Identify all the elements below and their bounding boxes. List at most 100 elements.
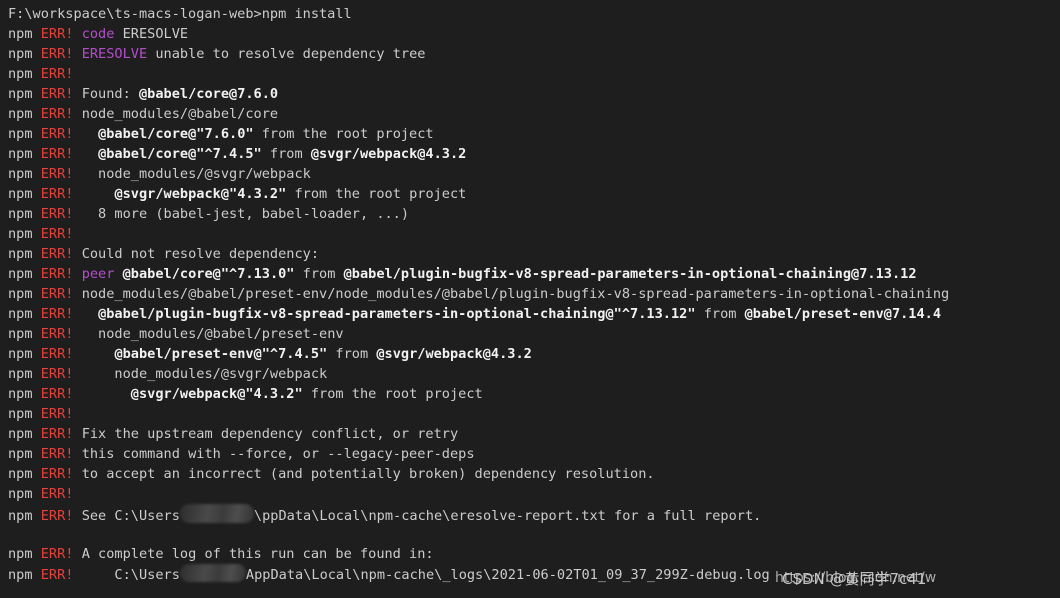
username-redaction [179, 564, 246, 582]
package-spec: @babel/core@"^7.4.5" [98, 146, 262, 162]
log-text: 8 more (babel-jest, babel-loader, ...) [81, 206, 410, 222]
npm-prefix: npm [8, 66, 33, 82]
log-line: npm ERR! node_modules/@babel/preset-env [8, 324, 1060, 344]
log-text: node_modules/@svgr/webpack [81, 166, 311, 182]
log-text: Found: [81, 86, 139, 102]
log-line: npm ERR! node_modules/@babel/core [8, 104, 1060, 124]
npm-prefix: npm [8, 286, 33, 302]
npm-prefix: npm [8, 126, 33, 142]
log-text: from the root project [253, 126, 434, 142]
log-line: npm ERR! [8, 224, 1060, 244]
npm-prefix: npm [8, 246, 33, 262]
npm-prefix: npm [8, 46, 33, 62]
npm-prefix: npm [8, 446, 33, 462]
err-prefix: ERR! [40, 306, 74, 322]
log-line: npm ERR! Fix the upstream dependency con… [8, 424, 1060, 444]
npm-prefix: npm [8, 26, 33, 42]
npm-prefix: npm [8, 386, 33, 402]
log-line: npm ERR! @svgr/webpack@"4.3.2" from the … [8, 384, 1060, 404]
log-text: from the root project [286, 186, 467, 202]
log-text: C:\Users [81, 567, 180, 583]
log-text: See C:\Users [81, 508, 180, 524]
err-prefix: ERR! [40, 406, 74, 422]
log-line: npm ERR! Found: @babel/core@7.6.0 [8, 84, 1060, 104]
log-line: npm ERR! Could not resolve dependency: [8, 244, 1060, 264]
err-prefix: ERR! [40, 246, 74, 262]
npm-prefix: npm [8, 546, 33, 562]
err-prefix: ERR! [40, 366, 74, 382]
err-prefix: ERR! [40, 146, 74, 162]
npm-prefix: npm [8, 226, 33, 242]
log-line: npm ERR! to accept an incorrect (and pot… [8, 464, 1060, 484]
log-line: npm ERR! @babel/plugin-bugfix-v8-spread-… [8, 304, 1060, 324]
log-text: node_modules/@babel/preset-env [81, 326, 344, 342]
log-text: node_modules/@babel/core [81, 106, 279, 122]
log-text: node_modules/@svgr/webpack [81, 366, 328, 382]
err-prefix: ERR! [40, 386, 74, 402]
err-prefix: ERR! [40, 546, 74, 562]
npm-prefix: npm [8, 346, 33, 362]
npm-prefix: npm [8, 466, 33, 482]
log-line: npm ERR! 8 more (babel-jest, babel-loade… [8, 204, 1060, 224]
err-prefix: ERR! [40, 326, 74, 342]
npm-prefix: npm [8, 166, 33, 182]
package-spec: @babel/plugin-bugfix-v8-spread-parameter… [98, 306, 696, 322]
package-spec: @svgr/webpack@4.3.2 [376, 346, 532, 362]
err-prefix: ERR! [40, 567, 74, 583]
package-spec: @babel/plugin-bugfix-v8-spread-parameter… [343, 266, 917, 282]
log-line: npm ERR! [8, 404, 1060, 424]
err-prefix: ERR! [40, 426, 74, 442]
err-prefix: ERR! [40, 26, 74, 42]
npm-prefix: npm [8, 266, 33, 282]
err-prefix: ERR! [40, 508, 74, 524]
log-line: npm ERR! [8, 64, 1060, 84]
package-spec: @babel/core@"^7.13.0" [122, 266, 295, 282]
err-prefix: ERR! [40, 466, 74, 482]
log-text: AppData\Local\npm-cache\_logs\2021-06-02… [245, 567, 770, 583]
npm-prefix: npm [8, 406, 33, 422]
log-text: from [695, 306, 745, 322]
log-text: ERESOLVE [114, 26, 189, 42]
package-spec: @babel/preset-env@"^7.4.5" [114, 346, 328, 362]
npm-prefix: npm [8, 567, 33, 583]
err-prefix: ERR! [40, 166, 74, 182]
log-keyword: peer [81, 266, 115, 282]
package-spec: @babel/core@"7.6.0" [98, 126, 254, 142]
err-prefix: ERR! [40, 86, 74, 102]
log-text: Fix the upstream dependency conflict, or… [81, 426, 459, 442]
log-text: Could not resolve dependency: [81, 246, 320, 262]
log-line: npm ERR! A complete log of this run can … [8, 544, 1060, 564]
log-line: npm ERR! this command with --force, or -… [8, 444, 1060, 464]
log-line: npm ERR! See C:\Users \ppData\Local\npm-c… [8, 504, 1060, 524]
log-text: from [261, 146, 311, 162]
err-prefix: ERR! [40, 46, 74, 62]
log-text: from [327, 346, 377, 362]
err-prefix: ERR! [40, 266, 74, 282]
npm-prefix: npm [8, 306, 33, 322]
npm-prefix: npm [8, 366, 33, 382]
terminal-output[interactable]: F:\workspace\ts-macs-logan-web>npm insta… [0, 0, 1060, 598]
log-line: npm ERR! node_modules/@svgr/webpack [8, 364, 1060, 384]
package-spec: @svgr/webpack@"4.3.2" [114, 186, 287, 202]
log-line: npm ERR! node_modules/@svgr/webpack [8, 164, 1060, 184]
log-line: npm ERR! node_modules/@babel/preset-env/… [8, 284, 1060, 304]
npm-prefix: npm [8, 146, 33, 162]
log-line: npm ERR! @babel/core@"^7.4.5" from @svgr… [8, 144, 1060, 164]
npm-prefix: npm [8, 106, 33, 122]
npm-prefix: npm [8, 426, 33, 442]
err-prefix: ERR! [40, 106, 74, 122]
prompt-line: F:\workspace\ts-macs-logan-web>npm insta… [8, 4, 1060, 24]
err-prefix: ERR! [40, 446, 74, 462]
package-spec: @svgr/webpack@4.3.2 [310, 146, 467, 162]
username-redaction [179, 504, 254, 523]
package-spec: @babel/preset-env@7.14.4 [744, 306, 942, 322]
log-text: \ppData\Local\npm-cache\eresolve-report.… [253, 508, 762, 524]
log-text: unable to resolve dependency tree [147, 46, 426, 62]
err-prefix: ERR! [40, 126, 74, 142]
log-keyword: ERESOLVE [81, 46, 148, 62]
